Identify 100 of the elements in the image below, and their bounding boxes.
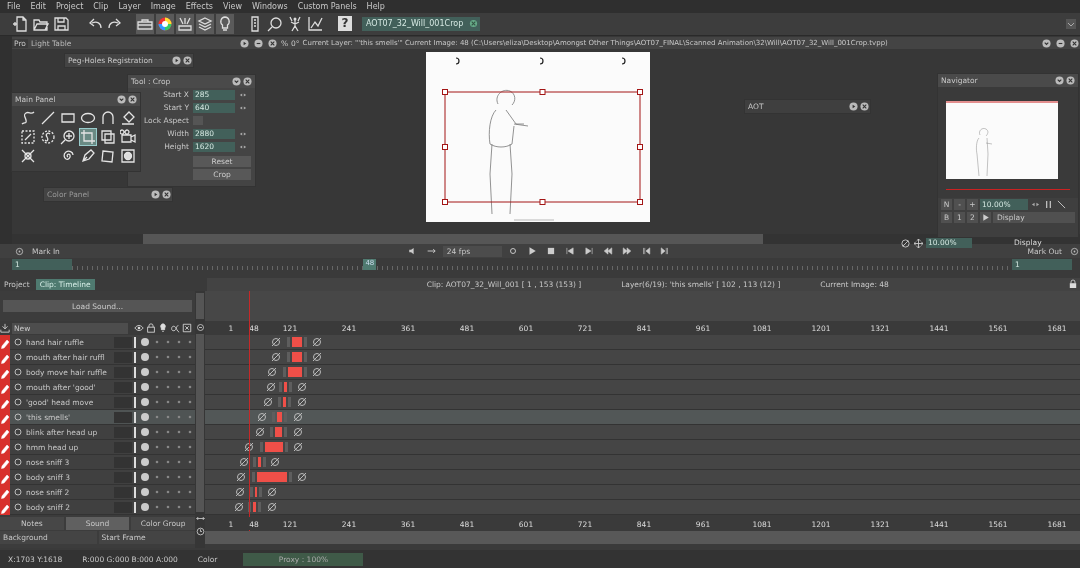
collapse-icon[interactable] bbox=[1055, 76, 1064, 86]
menu-item[interactable]: Edit bbox=[26, 1, 52, 11]
eraser-icon[interactable] bbox=[120, 110, 136, 127]
lock-icon[interactable] bbox=[146, 323, 156, 334]
arc-icon[interactable] bbox=[100, 110, 116, 127]
exposure-block[interactable] bbox=[253, 502, 256, 513]
collapse-icon[interactable] bbox=[232, 77, 241, 87]
close-icon[interactable] bbox=[183, 56, 192, 66]
square-cross-icon[interactable] bbox=[182, 323, 192, 334]
pencil-icon[interactable] bbox=[0, 334, 10, 350]
last-frame-icon[interactable] bbox=[583, 246, 594, 257]
visibility-dot[interactable] bbox=[141, 413, 149, 422]
pencil-icon[interactable] bbox=[0, 409, 10, 425]
visibility-dot[interactable] bbox=[141, 383, 149, 392]
rotate-line-icon[interactable] bbox=[1057, 200, 1066, 210]
menu-item[interactable]: Project bbox=[51, 1, 90, 11]
play-icon[interactable] bbox=[172, 56, 181, 66]
menu-item[interactable]: Image bbox=[146, 1, 182, 11]
lightbulb-icon[interactable] bbox=[158, 323, 168, 334]
menu-item[interactable]: Windows bbox=[247, 1, 294, 11]
scroll-handle[interactable] bbox=[196, 293, 204, 320]
first-frame-icon[interactable] bbox=[564, 246, 575, 257]
visibility-dot[interactable] bbox=[141, 473, 149, 482]
close-icon[interactable] bbox=[243, 77, 252, 87]
pencil-icon[interactable] bbox=[0, 469, 10, 485]
scrollbar[interactable] bbox=[12, 234, 1080, 245]
pencil-icon[interactable] bbox=[0, 364, 10, 380]
collapse-icon[interactable] bbox=[1042, 38, 1051, 48]
play-icon[interactable] bbox=[849, 102, 858, 112]
loop-icon[interactable] bbox=[507, 246, 518, 257]
layers-icon[interactable] bbox=[196, 13, 214, 34]
menu-item[interactable]: Custom Panels bbox=[293, 1, 363, 11]
pencil-icon[interactable] bbox=[0, 484, 10, 500]
help-button[interactable]: ? bbox=[338, 16, 352, 32]
blur-icon[interactable] bbox=[120, 148, 136, 165]
exposure-block[interactable] bbox=[283, 397, 286, 408]
scrollbar[interactable] bbox=[196, 334, 204, 513]
visibility-dot[interactable] bbox=[141, 398, 149, 407]
exposure-block[interactable] bbox=[258, 457, 261, 468]
clear-icon[interactable] bbox=[469, 19, 478, 29]
selection-icon[interactable] bbox=[20, 129, 36, 146]
settings-icon[interactable] bbox=[1070, 246, 1079, 256]
line-icon[interactable] bbox=[40, 110, 56, 127]
zoom-icon[interactable] bbox=[60, 129, 76, 146]
cross-icon[interactable] bbox=[20, 148, 36, 165]
next-frame-icon[interactable] bbox=[659, 246, 670, 257]
visibility-dot[interactable] bbox=[141, 353, 149, 362]
pencil-icon[interactable] bbox=[0, 439, 10, 455]
visibility-dot[interactable] bbox=[141, 503, 149, 512]
exposure-handle[interactable] bbox=[250, 487, 253, 498]
exposure-block[interactable] bbox=[275, 427, 282, 438]
close-icon[interactable] bbox=[162, 190, 171, 200]
pencil-icon[interactable] bbox=[0, 454, 10, 470]
menu-item[interactable]: View bbox=[218, 1, 248, 11]
menu-item[interactable]: Layer bbox=[114, 1, 147, 11]
move-icon[interactable] bbox=[914, 238, 923, 248]
transform-icon[interactable] bbox=[100, 129, 116, 146]
stamp-icon[interactable] bbox=[176, 13, 194, 34]
scrollbar[interactable] bbox=[205, 531, 1080, 545]
menu-item[interactable]: File bbox=[3, 1, 27, 11]
pencil-icon[interactable] bbox=[0, 499, 10, 515]
exposure-block[interactable] bbox=[288, 367, 302, 378]
pencil-icon[interactable] bbox=[0, 379, 10, 395]
rotate-icon[interactable] bbox=[901, 238, 910, 248]
stop-icon[interactable] bbox=[545, 246, 556, 257]
menu-item[interactable]: Effects bbox=[181, 1, 219, 11]
camera-icon[interactable] bbox=[120, 129, 136, 146]
clock-icon[interactable] bbox=[195, 527, 205, 537]
pencil-icon[interactable] bbox=[0, 394, 10, 410]
alpha-icon[interactable] bbox=[170, 323, 180, 334]
play-icon[interactable] bbox=[980, 212, 991, 224]
close-icon[interactable] bbox=[128, 95, 137, 105]
eye-icon[interactable] bbox=[134, 323, 144, 334]
color-wheel-icon[interactable] bbox=[156, 13, 174, 34]
exposure-block[interactable] bbox=[257, 472, 287, 483]
new-file-icon[interactable] bbox=[12, 13, 30, 34]
drawing-canvas[interactable] bbox=[426, 52, 650, 223]
exposure-block[interactable] bbox=[292, 352, 302, 363]
pencil-icon[interactable] bbox=[0, 349, 10, 365]
close-icon[interactable] bbox=[1066, 76, 1075, 86]
play-icon[interactable] bbox=[239, 38, 249, 48]
exposure-block[interactable] bbox=[292, 337, 302, 348]
magic-select-icon[interactable] bbox=[40, 129, 56, 146]
menu-item[interactable]: Clip bbox=[89, 1, 115, 11]
zoom-icon[interactable] bbox=[195, 323, 205, 333]
minimize-icon[interactable] bbox=[253, 38, 263, 48]
exposure-block[interactable] bbox=[284, 382, 287, 393]
import-icon[interactable] bbox=[0, 323, 10, 334]
flip-icon[interactable] bbox=[1044, 200, 1053, 210]
collapse-icon[interactable] bbox=[117, 95, 126, 105]
visibility-dot[interactable] bbox=[141, 428, 149, 437]
visibility-dot[interactable] bbox=[141, 368, 149, 377]
previous-frame-icon[interactable] bbox=[640, 246, 651, 257]
close-icon[interactable] bbox=[267, 38, 277, 48]
visibility-dot[interactable] bbox=[141, 488, 149, 497]
settings-icon[interactable] bbox=[15, 246, 24, 256]
navigator-thumbnail[interactable] bbox=[946, 101, 1058, 180]
pen-nib-icon[interactable] bbox=[80, 148, 96, 165]
crop-frame[interactable] bbox=[442, 89, 643, 206]
paper-icon[interactable] bbox=[100, 148, 116, 165]
